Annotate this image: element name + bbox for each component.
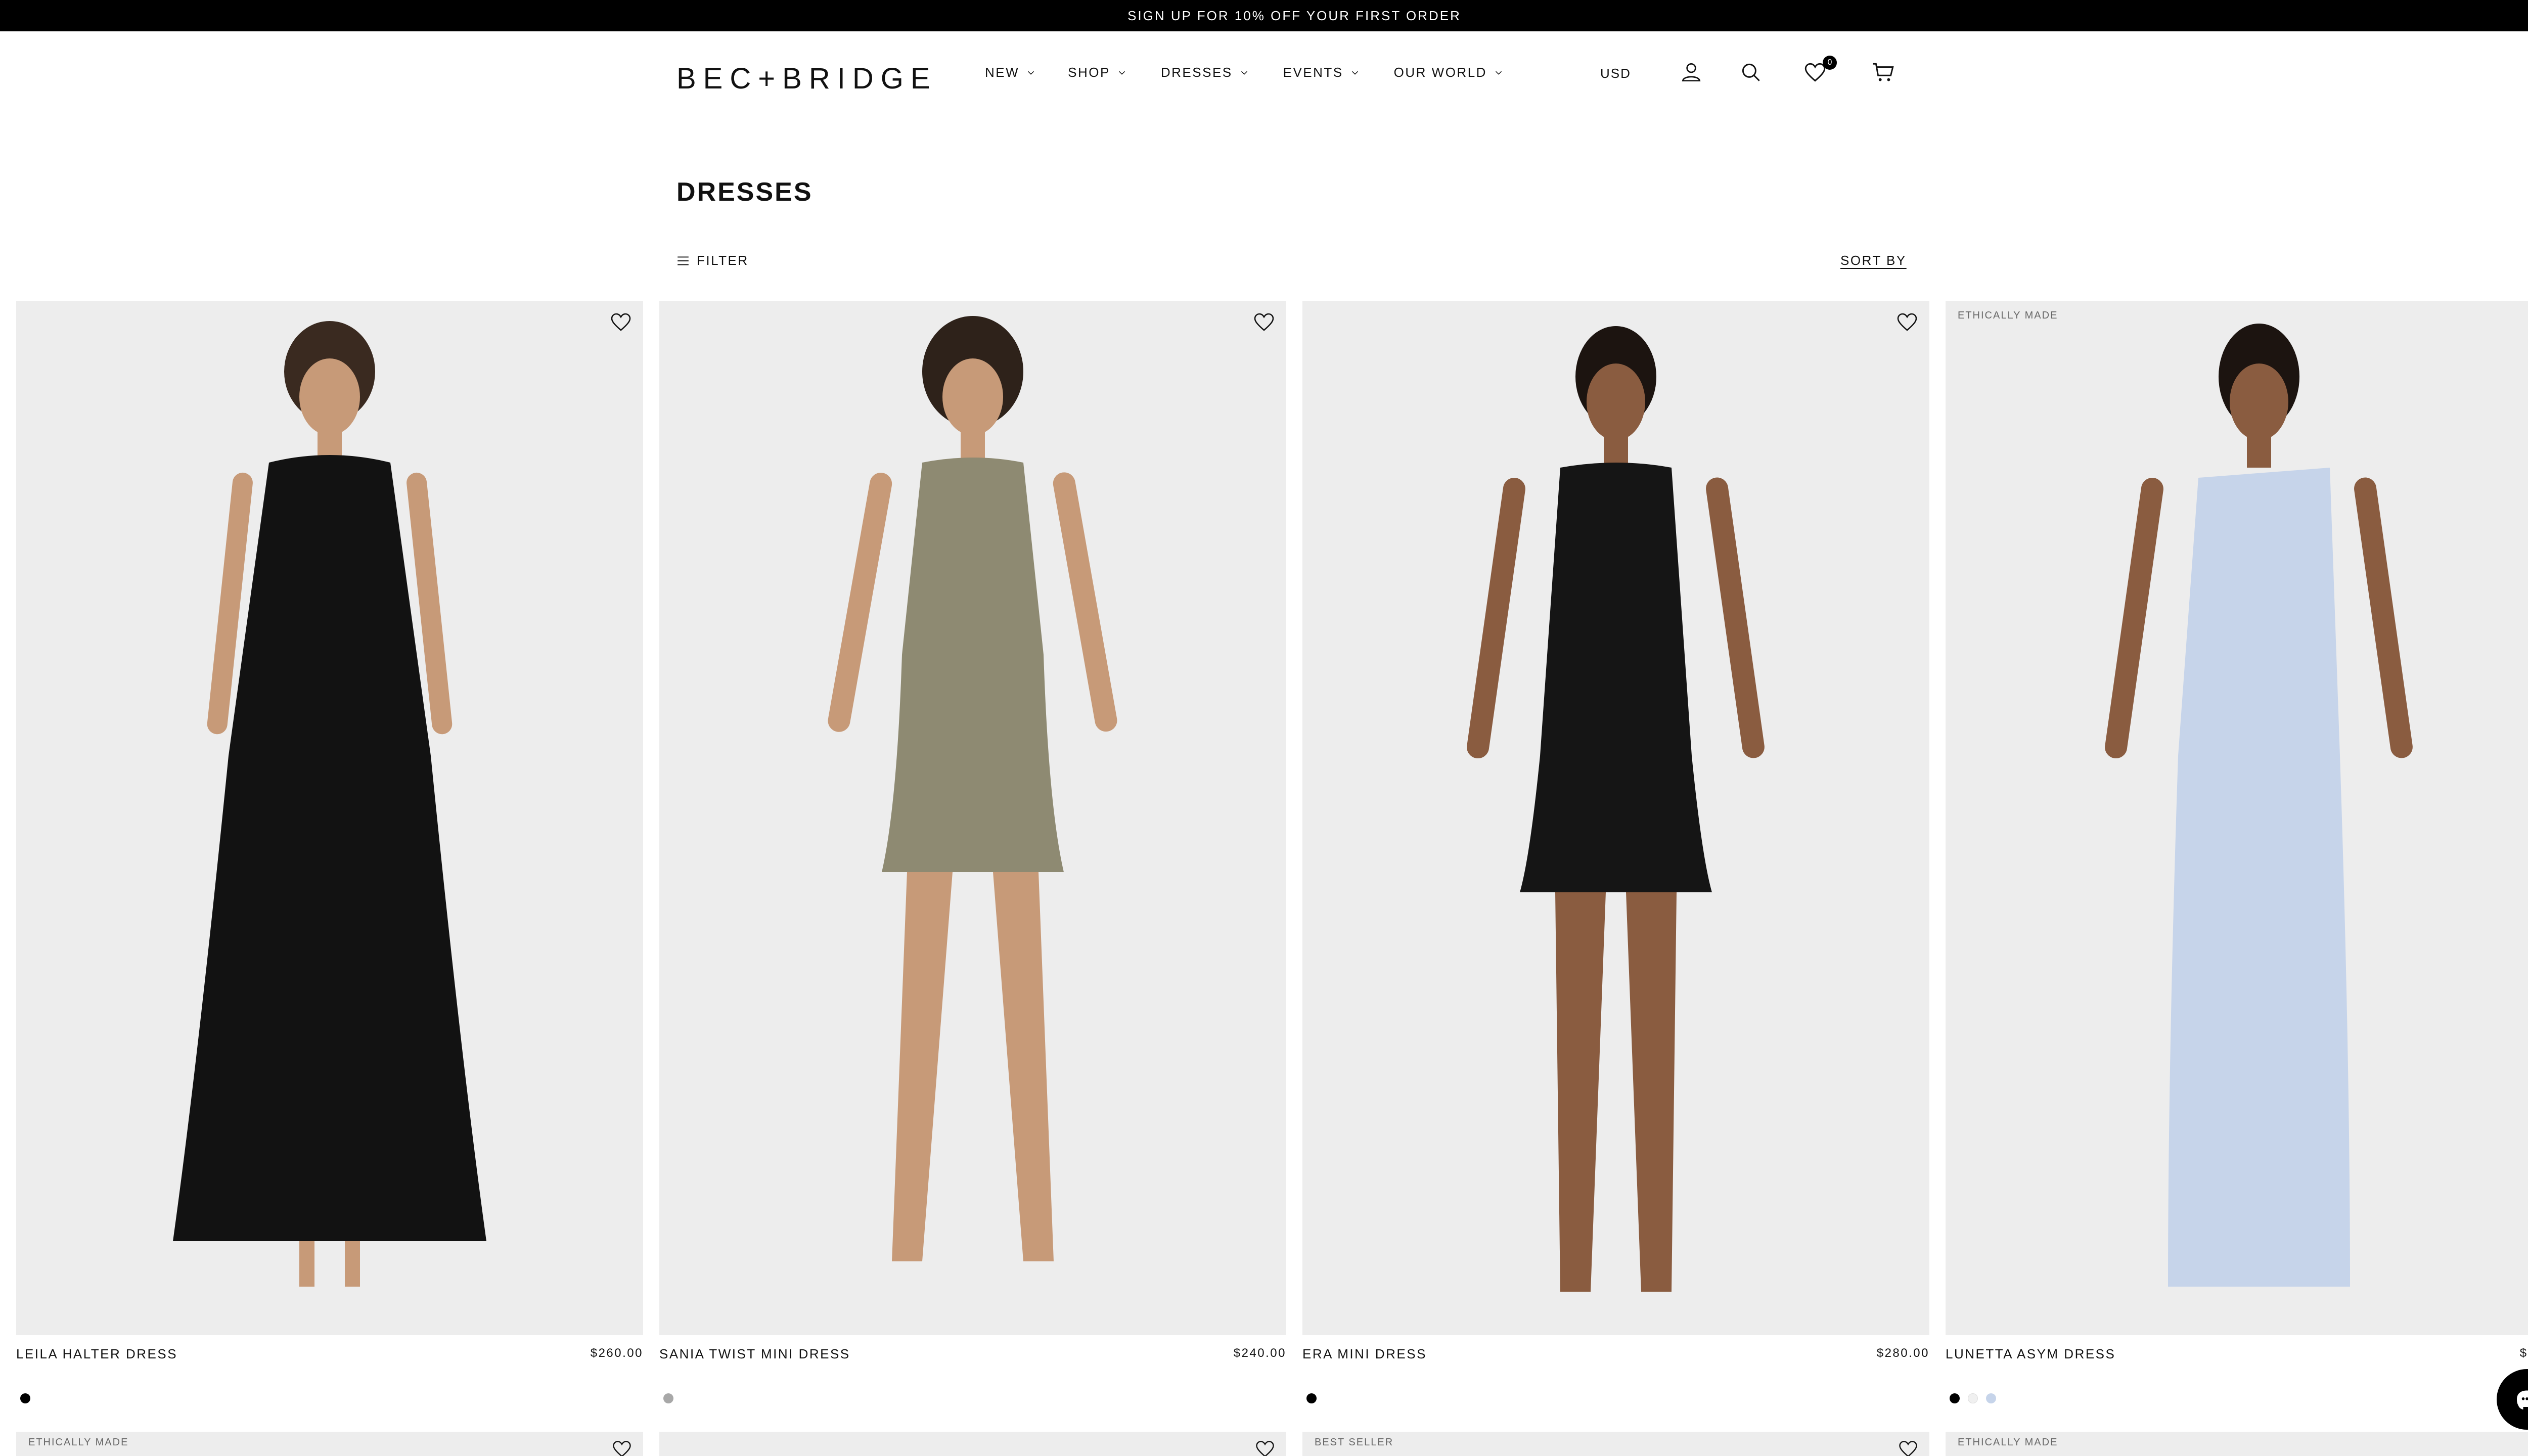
nav-label: SHOP xyxy=(1068,65,1110,80)
chevron-down-icon xyxy=(1118,71,1125,75)
product-badge: ETHICALLY MADE xyxy=(1958,310,2058,321)
color-swatches xyxy=(1302,1393,1929,1403)
currency-selector[interactable]: USD xyxy=(1600,66,1631,81)
product-card-partial[interactable]: BEST SELLER xyxy=(1302,1432,1929,1456)
color-swatches xyxy=(659,1393,1286,1403)
sort-by-button[interactable]: SORT BY xyxy=(1840,253,1907,268)
product-card-partial[interactable]: ETHICALLY MADE xyxy=(1946,1432,2528,1456)
color-swatch[interactable] xyxy=(1986,1393,1996,1403)
announcement-bar[interactable]: SIGN UP FOR 10% OFF YOUR FIRST ORDER xyxy=(0,0,2528,31)
nav-dresses[interactable]: DRESSES xyxy=(1161,65,1250,80)
product-card[interactable]: ERA MINI DRESS $280.00 xyxy=(1302,301,1929,1403)
wishlist-heart-icon[interactable] xyxy=(609,310,633,334)
product-card[interactable]: SANIA TWIST MINI DRESS $240.00 xyxy=(659,301,1286,1403)
product-image[interactable] xyxy=(1302,301,1929,1335)
wishlist-heart-icon[interactable] xyxy=(1254,1438,1276,1456)
nav-label: NEW xyxy=(985,65,1020,80)
wishlist-heart-icon[interactable] xyxy=(1897,1438,1919,1456)
chevron-down-icon xyxy=(1495,71,1502,75)
menu-lines-icon xyxy=(678,256,689,265)
nav-our-world[interactable]: OUR WORLD xyxy=(1394,65,1504,80)
product-price: $260.00 xyxy=(590,1346,643,1360)
product-image[interactable]: ETHICALLY MADE xyxy=(1946,301,2528,1335)
announcement-text[interactable]: SIGN UP FOR 10% OFF YOUR FIRST ORDER xyxy=(1127,8,1461,24)
cart-icon[interactable] xyxy=(1871,60,1896,85)
main-nav: NEW SHOP DRESSES EVENTS OUR WORLD xyxy=(985,65,1504,80)
wishlist-heart-icon[interactable] xyxy=(1895,310,1919,334)
product-name[interactable]: LEILA HALTER DRESS xyxy=(16,1346,177,1362)
model-figure xyxy=(1467,326,1765,1292)
brand-logo[interactable]: BEC+BRIDGE xyxy=(676,62,937,96)
product-card[interactable]: ETHICALLY MADE LUNETTA ASYM DRESS $350.0… xyxy=(1946,301,2528,1403)
wishlist-heart-icon[interactable] xyxy=(1252,310,1276,334)
nav-new[interactable]: NEW xyxy=(985,65,1036,80)
product-card[interactable]: LEILA HALTER DRESS $260.00 xyxy=(16,301,643,1403)
product-name[interactable]: LUNETTA ASYM DRESS xyxy=(1946,1346,2115,1362)
color-swatch[interactable] xyxy=(1306,1393,1317,1403)
model-figure xyxy=(2105,324,2413,1287)
product-badge: ETHICALLY MADE xyxy=(28,1437,129,1448)
model-figure xyxy=(173,321,486,1287)
site-header: BEC+BRIDGE NEW SHOP DRESSES EVENTS OUR W… xyxy=(0,31,2528,117)
product-badge: ETHICALLY MADE xyxy=(1958,1437,2058,1448)
product-card-partial[interactable] xyxy=(659,1432,1286,1456)
filter-label: FILTER xyxy=(697,253,749,268)
nav-label: OUR WORLD xyxy=(1393,65,1487,80)
wishlist-count-badge: 0 xyxy=(1823,56,1837,70)
color-swatches xyxy=(1946,1393,2528,1403)
color-swatch[interactable] xyxy=(20,1393,30,1403)
color-swatch[interactable] xyxy=(663,1393,673,1403)
chevron-down-icon xyxy=(1028,71,1034,75)
nav-label: DRESSES xyxy=(1160,65,1233,80)
product-badge: BEST SELLER xyxy=(1315,1437,1394,1448)
color-swatches xyxy=(16,1393,643,1403)
nav-shop[interactable]: SHOP xyxy=(1068,65,1127,80)
chevron-down-icon xyxy=(1351,71,1358,75)
color-swatch[interactable] xyxy=(1968,1393,1978,1403)
product-price: $280.00 xyxy=(1876,1346,1929,1360)
filter-button[interactable]: FILTER xyxy=(676,253,749,268)
product-image[interactable] xyxy=(16,301,643,1335)
nav-label: EVENTS xyxy=(1283,65,1343,80)
page-title: DRESSES xyxy=(676,177,813,207)
product-price: $240.00 xyxy=(1233,1346,1286,1360)
model-figure xyxy=(828,316,1117,1261)
wishlist-heart-icon[interactable] xyxy=(611,1438,633,1456)
search-icon[interactable] xyxy=(1738,60,1764,85)
product-name[interactable]: ERA MINI DRESS xyxy=(1302,1346,1427,1362)
product-price: $350.00 xyxy=(2519,1346,2528,1360)
product-card-partial[interactable]: ETHICALLY MADE xyxy=(16,1432,643,1456)
chat-bubble-icon xyxy=(2517,1390,2528,1409)
nav-events[interactable]: EVENTS xyxy=(1283,65,1361,80)
chevron-down-icon xyxy=(1241,71,1247,75)
product-name[interactable]: SANIA TWIST MINI DRESS xyxy=(659,1346,850,1362)
color-swatch[interactable] xyxy=(1950,1393,1960,1403)
product-image[interactable] xyxy=(659,301,1286,1335)
account-icon[interactable] xyxy=(1679,60,1704,85)
